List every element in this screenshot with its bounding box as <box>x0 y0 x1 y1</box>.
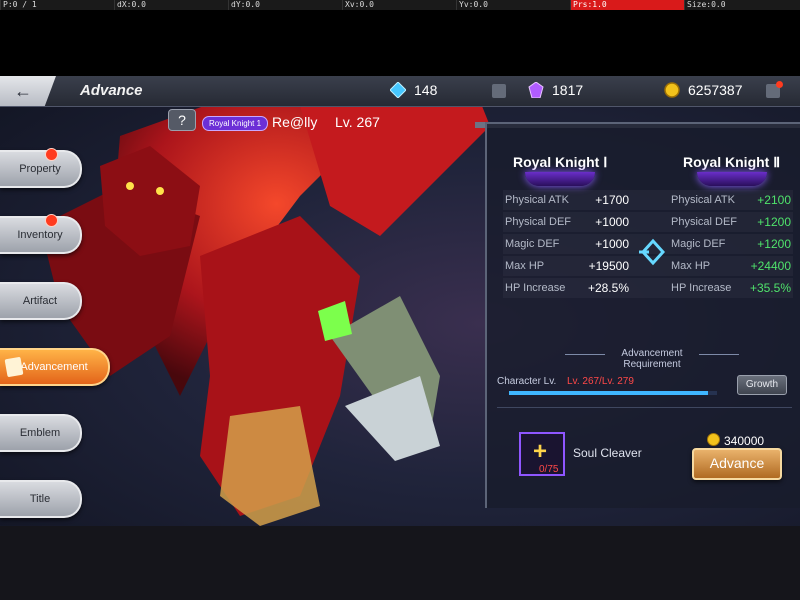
nav-inventory-label: Inventory <box>17 229 63 241</box>
item-name: Soul Cleaver <box>573 446 642 460</box>
nav-emblem-label: Emblem <box>19 427 61 439</box>
notification-dot-icon <box>45 214 58 227</box>
nav-title[interactable]: Title <box>0 480 82 518</box>
ornament-divider <box>565 354 605 355</box>
stat-label: Magic DEF <box>671 238 726 250</box>
currency-crystal: 1817 <box>528 82 583 98</box>
debug-size: Size:0.0 <box>684 0 800 10</box>
advancement-panel: Royal Knight Ⅰ Royal Knight Ⅱ Physical A… <box>485 122 800 508</box>
current-rank-gem-icon <box>525 172 595 186</box>
top-header-bar: ← Advance 148 1817 6257387 <box>0 76 800 107</box>
currency-gold: 6257387 <box>664 82 743 98</box>
character-level-value: Lv. 267/Lv. 279 <box>567 376 634 387</box>
player-name: Re@lly <box>272 114 318 130</box>
stat-label: Max HP <box>671 260 711 272</box>
next-rank-gem-icon <box>697 172 767 186</box>
growth-button[interactable]: Growth <box>737 375 787 395</box>
stat-next-value: +1200 <box>757 215 791 229</box>
nav-title-label: Title <box>29 493 51 505</box>
rank-badge: Royal Knight 1 <box>202 116 269 131</box>
debug-dx: dX:0.0 <box>114 0 228 10</box>
purple-crystal-icon <box>528 82 544 98</box>
gold-amount: 6257387 <box>688 82 743 98</box>
cost-amount: 340000 <box>724 434 765 448</box>
nav-advancement[interactable]: Advancement <box>0 348 110 386</box>
currency-diamond: 148 <box>390 82 437 98</box>
stat-label: HP Increase <box>505 282 566 294</box>
stat-next-value: +24400 <box>750 259 791 273</box>
page-title: Advance <box>80 82 143 99</box>
stat-current-value: +1700 <box>595 193 629 207</box>
add-gold-plus-icon[interactable] <box>766 81 783 98</box>
back-arrow-icon: ← <box>14 81 32 101</box>
player-level: Lv. 267 <box>335 114 380 130</box>
bottom-area <box>0 526 800 600</box>
stat-next-value: +1200 <box>757 237 791 251</box>
book-icon <box>4 356 24 378</box>
nav-emblem[interactable]: Emblem <box>0 414 82 452</box>
stat-current-value: +1000 <box>595 215 629 229</box>
divider <box>497 407 792 408</box>
nav-artifact-label: Artifact <box>22 295 58 307</box>
nav-advancement-label: Advancement <box>20 361 88 373</box>
character-level-progress-bar <box>509 391 717 395</box>
notification-dot-icon <box>776 81 783 88</box>
add-diamond-plus-icon[interactable] <box>492 84 506 98</box>
stat-current-value: +19500 <box>588 259 629 273</box>
advance-button[interactable]: Advance <box>692 448 782 480</box>
advance-screen: ← Advance 148 1817 6257387 ? Royal Knigh… <box>0 76 800 526</box>
debug-overlay-bar: P:0 / 1 dX:0.0 dY:0.0 Xv:0.0 Yv:0.0 Prs:… <box>0 0 800 10</box>
progress-fill <box>509 391 709 395</box>
debug-dy: dY:0.0 <box>228 0 342 10</box>
stat-next-value: +35.5% <box>749 281 791 295</box>
ornament-divider <box>699 354 739 355</box>
nav-property[interactable]: Property <box>0 148 82 188</box>
notification-dot-icon <box>45 148 58 161</box>
character-level-label: Character Lv. <box>497 376 557 387</box>
nav-property-label: Property <box>19 163 61 175</box>
debug-yv: Yv:0.0 <box>456 0 570 10</box>
debug-pressure: Prs:1.0 <box>570 0 684 10</box>
gold-coin-icon <box>707 433 720 446</box>
help-button[interactable]: ? <box>168 109 196 131</box>
gold-coin-icon <box>664 82 680 98</box>
current-rank-title: Royal Knight Ⅰ <box>513 154 608 170</box>
advance-cost: 340000 <box>707 433 764 448</box>
back-button[interactable]: ← <box>0 76 56 106</box>
plus-icon: + <box>533 438 548 465</box>
debug-pointer: P:0 / 1 <box>0 0 114 10</box>
nav-artifact[interactable]: Artifact <box>0 282 82 320</box>
stat-current-value: +28.5% <box>587 281 629 295</box>
crystal-amount: 1817 <box>552 82 584 98</box>
stat-label: Max HP <box>505 260 545 272</box>
debug-xv: Xv:0.0 <box>342 0 456 10</box>
diamond-icon <box>390 82 406 98</box>
stat-current-value: +1000 <box>595 237 629 251</box>
requirement-title: Advancement Requirement <box>621 348 683 370</box>
diamond-amount: 148 <box>414 82 438 98</box>
item-count: 0/75 <box>539 464 559 475</box>
stat-label: Magic DEF <box>505 238 560 250</box>
next-rank-title: Royal Knight Ⅱ <box>683 154 781 170</box>
nav-inventory[interactable]: Inventory <box>0 214 82 254</box>
stat-next-value: +2100 <box>757 193 791 207</box>
next-rank-arrow-icon <box>639 238 665 266</box>
